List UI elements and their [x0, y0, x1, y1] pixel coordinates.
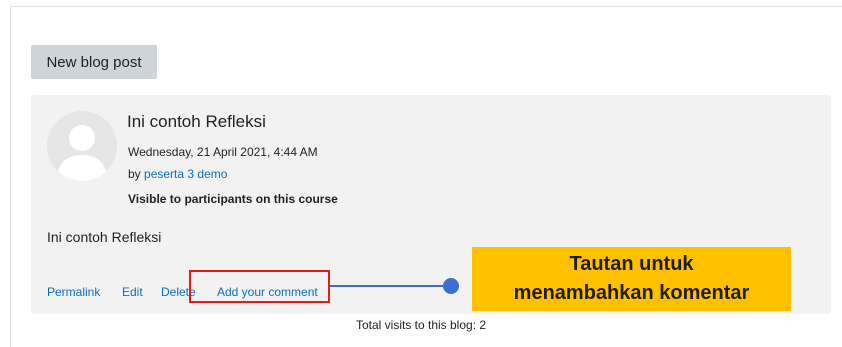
edit-link[interactable]: Edit	[122, 285, 143, 299]
callout-line-1: Tautan untuk	[569, 253, 694, 275]
post-title[interactable]: Ini contoh Refleksi	[127, 112, 266, 132]
post-author-line: by peserta 3 demo	[128, 167, 227, 181]
post-date: Wednesday, 21 April 2021, 4:44 AM	[128, 145, 318, 159]
delete-link[interactable]: Delete	[161, 285, 196, 299]
annotation-connector-dot	[443, 278, 459, 294]
user-avatar-icon	[47, 111, 117, 181]
page-frame-top-border	[10, 6, 842, 7]
author-prefix: by	[128, 167, 141, 181]
permalink-link[interactable]: Permalink	[47, 285, 100, 299]
callout-line-2: menambahkan komentar	[513, 282, 750, 304]
page-frame-left-border	[10, 6, 11, 347]
add-comment-link[interactable]: Add your comment	[217, 285, 318, 299]
annotation-connector-line	[330, 285, 450, 287]
blog-visit-count: Total visits to this blog: 2	[355, 318, 487, 332]
post-visibility: Visible to participants on this course	[128, 192, 338, 206]
author-link[interactable]: peserta 3 demo	[144, 167, 227, 181]
post-body: Ini contoh Refleksi	[47, 229, 162, 245]
annotation-callout: Tautan untuk menambahkan komentar	[472, 247, 791, 311]
new-blog-post-button[interactable]: New blog post	[31, 45, 157, 79]
